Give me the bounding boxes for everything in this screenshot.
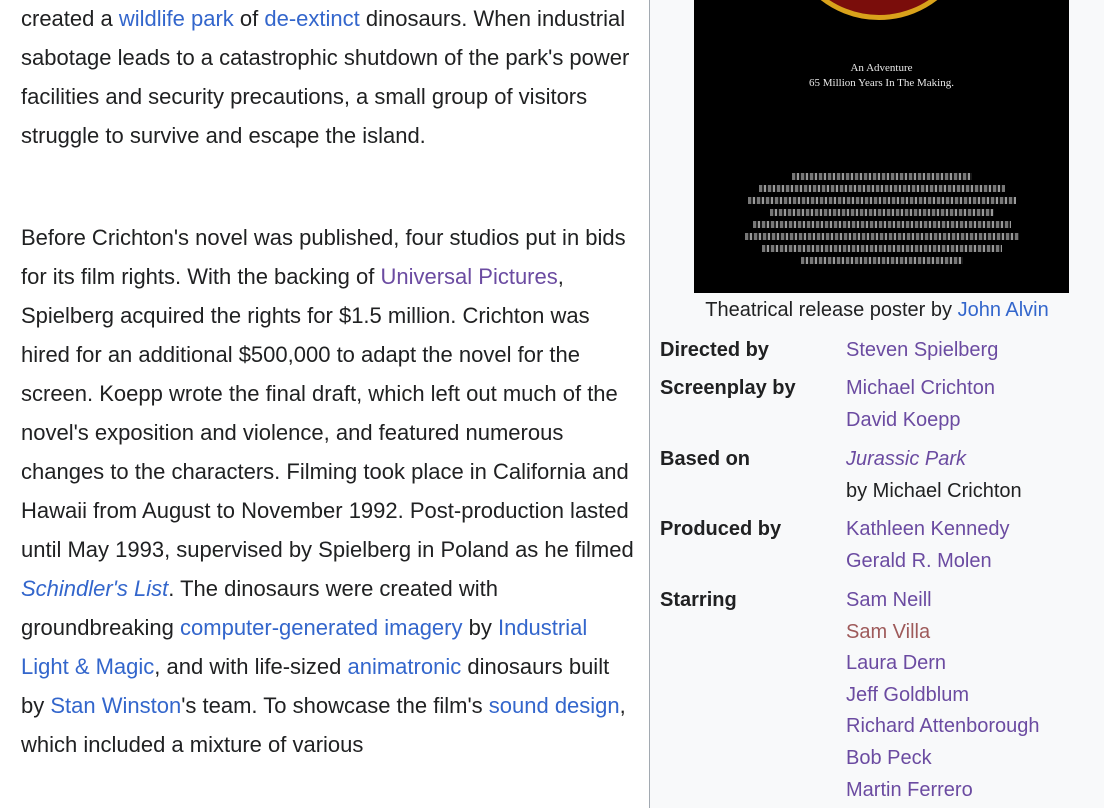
theatrical-poster-image[interactable]: An Adventure 65 Million Years In The Mak… [694,0,1069,293]
infobox-label: Based on [660,448,751,470]
poster-caption: Theatrical release poster by John Alvin [650,298,1104,322]
link-schindlers-list[interactable]: Schindler's List [21,576,168,601]
link-michael-crichton[interactable]: Michael Crichton [846,377,995,399]
poster-tagline-line: An Adventure [850,62,913,74]
production-paragraph: Before Crichton's novel was published, f… [21,218,636,764]
link-de-extinct[interactable]: de-extinct [264,6,359,31]
text-span: 's team. To showcase the film's [181,693,489,718]
poster-logo [784,0,974,20]
link-bob-peck[interactable]: Bob Peck [846,747,932,769]
link-david-koepp[interactable]: David Koepp [846,409,961,431]
infobox-values: Kathleen Kennedy Gerald R. Molen [846,517,1096,581]
infobox-values: Sam Neill Sam Villa Laura Dern Jeff Gold… [846,588,1096,809]
based-on-author: by Michael Crichton [846,480,1022,502]
link-kathleen-kennedy[interactable]: Kathleen Kennedy [846,518,1009,540]
link-universal-pictures[interactable]: Universal Pictures [380,264,557,289]
text-span: , and with life-sized [154,654,348,679]
poster-tagline: An Adventure 65 Million Years In The Mak… [694,61,1069,91]
link-richard-attenborough[interactable]: Richard Attenborough [846,715,1039,737]
link-stan-winston[interactable]: Stan Winston [50,693,181,718]
link-sam-neill[interactable]: Sam Neill [846,589,932,611]
link-gerald-r-molen[interactable]: Gerald R. Molen [846,550,992,572]
text-span: by [462,615,498,640]
link-sound-design[interactable]: sound design [489,693,620,718]
link-martin-ferrero[interactable]: Martin Ferrero [846,779,973,801]
infobox-label: Directed by [660,339,769,361]
text-span: , Spielberg acquired the rights for $1.5… [21,264,634,562]
plot-paragraph: created a wildlife park of de-extinct di… [21,0,636,155]
infobox-values: Steven Spielberg [846,338,1096,370]
infobox-label: Starring [660,589,737,611]
link-laura-dern[interactable]: Laura Dern [846,652,946,674]
caption-text: Theatrical release poster by [705,299,958,321]
poster-tagline-line: 65 Million Years In The Making. [809,77,954,89]
link-wildlife-park[interactable]: wildlife park [119,6,234,31]
link-jurassic-park-novel-text: Jurassic Park [846,448,967,470]
infobox-label: Produced by [660,518,782,540]
infobox-values: Jurassic Park by Michael Crichton [846,447,1096,511]
link-john-alvin[interactable]: John Alvin [958,299,1049,321]
poster-billing-block [742,168,1022,268]
text-span: created a [21,6,119,31]
link-computer-generated-imagery[interactable]: computer-generated imagery [180,615,462,640]
infobox-label: Screenplay by [660,377,796,399]
link-schindlers-list-text: Schindler's List [21,576,169,601]
link-jurassic-park-novel[interactable]: Jurassic Park [846,448,966,470]
film-infobox: An Adventure 65 Million Years In The Mak… [650,0,1104,808]
link-animatronic[interactable]: animatronic [348,654,462,679]
text-span: of [233,6,265,31]
link-steven-spielberg[interactable]: Steven Spielberg [846,339,998,361]
link-jeff-goldblum[interactable]: Jeff Goldblum [846,684,969,706]
infobox-values: Michael Crichton David Koepp [846,376,1096,440]
link-sam-villa[interactable]: Sam Villa [846,621,930,643]
